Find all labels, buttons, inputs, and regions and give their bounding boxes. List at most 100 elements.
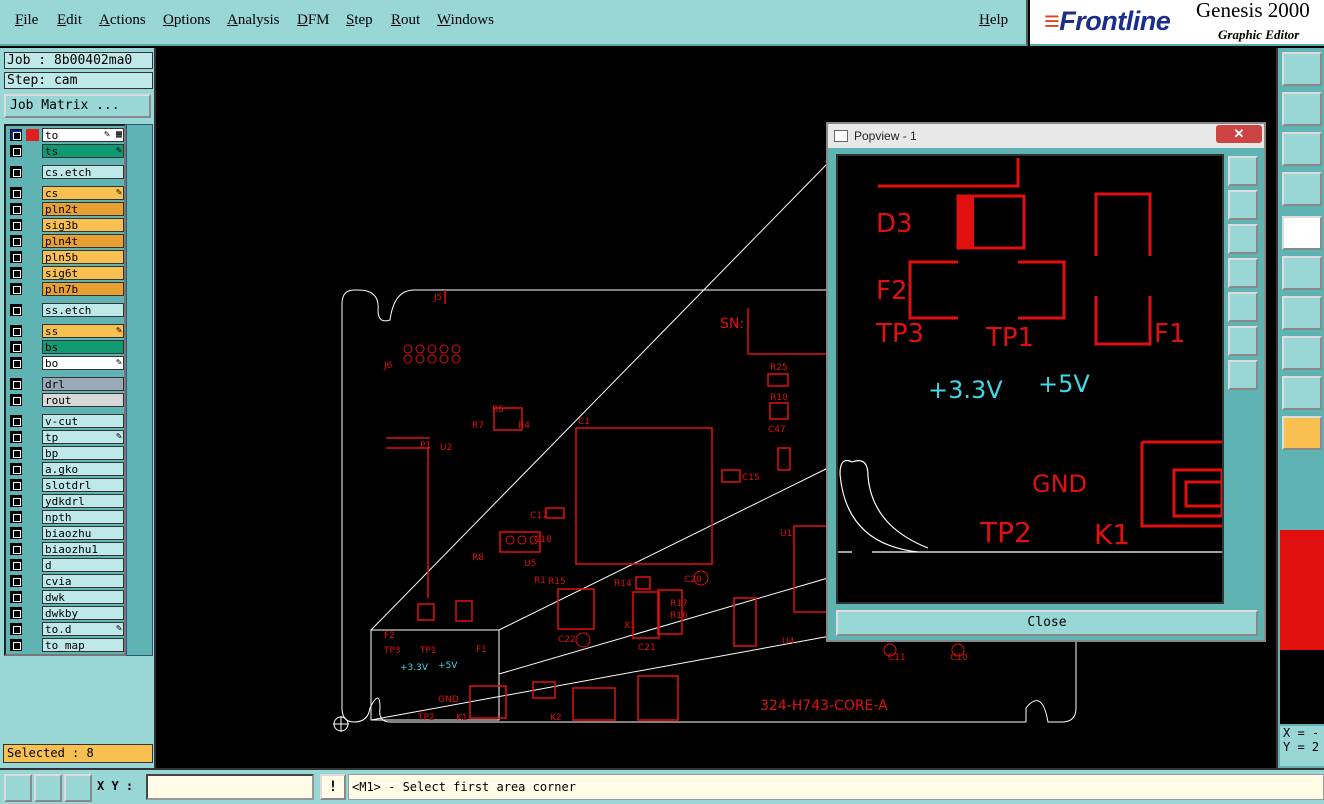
xy-input[interactable] xyxy=(146,774,314,800)
layer-row[interactable]: dwkby xyxy=(8,606,124,620)
layer-row[interactable]: ydkdrl xyxy=(8,494,124,508)
popview-fit-icon[interactable] xyxy=(1228,326,1258,356)
popview-canvas[interactable]: D3 F2 TP3 TP1 F1 +3.3V +5V GND TP2 K1 xyxy=(836,154,1224,604)
layer-row[interactable]: slotdrl xyxy=(8,478,124,492)
layer-checkbox[interactable] xyxy=(10,145,22,157)
layer-name[interactable]: cs.etch xyxy=(42,165,124,179)
layer-row[interactable]: a.gko xyxy=(8,462,124,476)
menu-help[interactable]: Help xyxy=(979,12,1008,29)
layer-row[interactable]: to_map xyxy=(8,638,124,652)
layer-checkbox[interactable] xyxy=(10,283,22,295)
layer-name[interactable]: cs xyxy=(42,186,124,200)
layer-name[interactable]: tp xyxy=(42,430,124,444)
layer-checkbox[interactable] xyxy=(10,623,22,635)
popview-pan-left-icon[interactable] xyxy=(1228,258,1258,288)
layer-checkbox[interactable] xyxy=(10,219,22,231)
layer-checkbox[interactable] xyxy=(10,203,22,215)
layer-row[interactable]: cvia xyxy=(8,574,124,588)
layer-name[interactable]: pln5b xyxy=(42,250,124,264)
layer-name[interactable]: slotdrl xyxy=(42,478,124,492)
layer-checkbox[interactable] xyxy=(10,591,22,603)
layer-name[interactable]: pln2t xyxy=(42,202,124,216)
tool-triangle-icon[interactable] xyxy=(1282,376,1322,410)
layer-checkbox[interactable] xyxy=(10,341,22,353)
tool-zoom-left-icon[interactable] xyxy=(1282,92,1322,126)
popview-zoom-in-icon[interactable] xyxy=(1228,156,1258,186)
layer-checkbox[interactable] xyxy=(10,463,22,475)
layer-checkbox[interactable] xyxy=(10,325,22,337)
menu-rout[interactable]: Rout xyxy=(391,12,420,29)
layer-list-scrollbar[interactable] xyxy=(126,124,153,656)
tool-angle-icon[interactable] xyxy=(1282,296,1322,330)
layer-row[interactable]: cs ✎ xyxy=(8,186,124,200)
layer-row[interactable]: sig3b xyxy=(8,218,124,232)
menu-actions[interactable]: Actions xyxy=(99,12,146,29)
popview-zoom-out-icon[interactable] xyxy=(1228,190,1258,220)
layer-row[interactable]: drl xyxy=(8,377,124,391)
tool-zoom-home-icon[interactable] xyxy=(1282,52,1322,86)
menu-edit[interactable]: Edit xyxy=(57,12,82,29)
layer-name[interactable]: drl xyxy=(42,377,124,391)
layer-name[interactable]: ss.etch xyxy=(42,303,124,317)
measure-icon[interactable] xyxy=(34,774,62,802)
tool-net-icon[interactable] xyxy=(1282,256,1322,290)
layer-row[interactable]: pln7b xyxy=(8,282,124,296)
layer-checkbox[interactable] xyxy=(10,251,22,263)
layer-checkbox[interactable] xyxy=(10,129,22,141)
menu-step[interactable]: Step xyxy=(346,12,373,29)
menu-options[interactable]: Options xyxy=(163,12,211,29)
menu-dfm[interactable]: DFM xyxy=(297,12,330,29)
layer-name[interactable]: dwk xyxy=(42,590,124,604)
layer-name[interactable]: cvia xyxy=(42,574,124,588)
layer-name[interactable]: to_map xyxy=(42,638,124,652)
layer-row[interactable]: bs xyxy=(8,340,124,354)
popview-close-x-button[interactable]: ✕ xyxy=(1216,125,1262,143)
tool-pointer-icon[interactable] xyxy=(1282,416,1322,450)
popview-close-button[interactable]: Close xyxy=(836,610,1258,636)
layer-checkbox[interactable] xyxy=(10,479,22,491)
popview-pan-down-icon[interactable] xyxy=(1228,224,1258,254)
layer-checkbox[interactable] xyxy=(10,527,22,539)
layer-checkbox[interactable] xyxy=(10,431,22,443)
layer-checkbox[interactable] xyxy=(10,415,22,427)
tool-measure-icon[interactable] xyxy=(1282,172,1322,206)
layer-name[interactable]: pln4t xyxy=(42,234,124,248)
grid-icon[interactable] xyxy=(64,774,92,802)
layer-row[interactable]: pln5b xyxy=(8,250,124,264)
menu-windows[interactable]: Windows xyxy=(437,12,494,29)
layer-row[interactable]: pln4t xyxy=(8,234,124,248)
layer-row[interactable]: ts ✎ xyxy=(8,144,124,158)
layer-checkbox[interactable] xyxy=(10,575,22,587)
layer-checkbox[interactable] xyxy=(10,394,22,406)
layer-name[interactable]: ss xyxy=(42,324,124,338)
layer-row[interactable]: sig6t xyxy=(8,266,124,280)
layer-name[interactable]: bo xyxy=(42,356,124,370)
layer-name[interactable]: rout xyxy=(42,393,124,407)
zoom-area-icon[interactable] xyxy=(4,774,32,802)
layer-row[interactable]: npth xyxy=(8,510,124,524)
layer-checkbox[interactable] xyxy=(10,267,22,279)
layer-checkbox[interactable] xyxy=(10,559,22,571)
popview-home-icon[interactable] xyxy=(1228,360,1258,390)
layer-name[interactable]: to.d xyxy=(42,622,124,636)
layer-row[interactable]: dwk xyxy=(8,590,124,604)
layer-checkbox[interactable] xyxy=(10,187,22,199)
layer-name[interactable]: sig6t xyxy=(42,266,124,280)
tool-snap-icon[interactable] xyxy=(1282,336,1322,370)
layer-checkbox[interactable] xyxy=(10,166,22,178)
overview-map[interactable] xyxy=(1280,530,1324,650)
layer-checkbox[interactable] xyxy=(10,639,22,651)
layer-row[interactable]: d xyxy=(8,558,124,572)
layer-name[interactable]: npth xyxy=(42,510,124,524)
menu-analysis[interactable]: Analysis xyxy=(227,12,280,29)
layer-row[interactable]: biaozhu1 xyxy=(8,542,124,556)
layer-name[interactable]: ydkdrl xyxy=(42,494,124,508)
layer-checkbox[interactable] xyxy=(10,607,22,619)
layer-row[interactable]: ss ✎ xyxy=(8,324,124,338)
layer-name[interactable]: v-cut xyxy=(42,414,124,428)
layer-name[interactable]: sig3b xyxy=(42,218,124,232)
layer-name[interactable]: d xyxy=(42,558,124,572)
layer-row[interactable]: pln2t xyxy=(8,202,124,216)
popview-title[interactable]: Popview - 1 xyxy=(828,124,1264,148)
popview-pan-right-icon[interactable] xyxy=(1228,292,1258,322)
